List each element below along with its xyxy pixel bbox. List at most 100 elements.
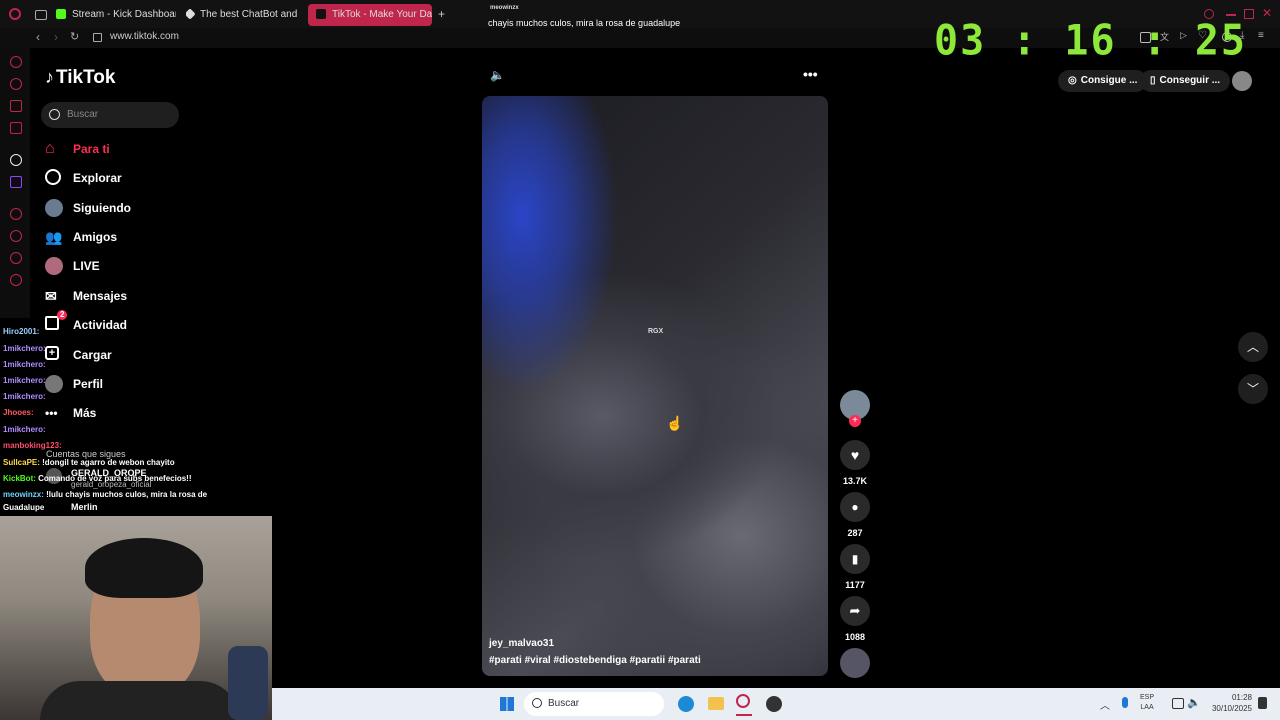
network-icon[interactable]	[1172, 698, 1184, 709]
chat-line: SullcaPE: !dongil te agarro de webon cha…	[3, 458, 175, 467]
clock-icon[interactable]	[10, 230, 22, 242]
video-player[interactable]	[482, 96, 828, 676]
tray-chevron-icon[interactable]: ︿	[1100, 697, 1110, 712]
chat-line: Guadalupe	[3, 503, 45, 512]
previous-video-button[interactable]: ︿	[1238, 332, 1268, 362]
menu-icon[interactable]: ≡	[1258, 30, 1264, 41]
new-tab-button[interactable]: +	[438, 7, 445, 21]
profile-avatar-icon	[45, 375, 63, 393]
extensions-icon[interactable]	[10, 78, 22, 90]
upload-icon: +	[45, 346, 59, 360]
notification-icon[interactable]	[1258, 697, 1267, 709]
file-explorer-icon[interactable]	[708, 697, 724, 710]
clock[interactable]: 01:28 30/10/2025	[1202, 692, 1252, 714]
lock-icon	[93, 33, 102, 42]
player-icon[interactable]	[10, 208, 22, 220]
webcam-hair	[85, 538, 203, 598]
like-button[interactable]: ♥	[840, 440, 870, 470]
chat-line: Hiro2001:	[3, 327, 40, 336]
profile-avatar[interactable]	[1232, 71, 1252, 91]
webcam-microphone	[228, 646, 268, 720]
sound-disc[interactable]	[840, 648, 870, 678]
back-icon[interactable]: ‹	[36, 30, 40, 44]
next-video-button[interactable]: ﹀	[1238, 374, 1268, 404]
compass-icon	[45, 169, 61, 185]
url-field[interactable]: www.tiktok.com	[110, 31, 179, 42]
chat-line: Jhooes:	[3, 408, 34, 417]
messages-icon: ✉	[45, 288, 57, 304]
overlay-chat-user: meowinzx	[490, 5, 519, 11]
reload-icon[interactable]: ↻	[70, 30, 79, 43]
phone-icon: ▯	[1150, 75, 1156, 86]
tab-switcher-icon[interactable]	[35, 10, 47, 20]
cursor-icon: ☝	[666, 415, 684, 431]
chat-line: 1mikchero:	[3, 344, 46, 353]
share-button[interactable]: ➦	[840, 596, 870, 626]
following-avatar-icon	[45, 199, 63, 217]
tiktok-logo[interactable]: ♪ TikTok	[45, 67, 115, 89]
overlay-chat-message: chayis muchos culos, mira la rosa de gua…	[488, 18, 681, 28]
tab-kick-dashboard[interactable]: Stream - Kick Dashboard	[56, 4, 176, 26]
speaker-icon[interactable]: 🔈	[1187, 696, 1201, 709]
like-count: 13.7K	[842, 476, 868, 486]
comment-button[interactable]: ●	[840, 492, 870, 522]
messenger-icon[interactable]	[10, 100, 22, 112]
activity-icon	[45, 316, 59, 330]
kick-sidebar-icon[interactable]	[10, 154, 22, 166]
activity-badge: 2	[57, 310, 68, 320]
opera-taskbar-icon[interactable]	[736, 694, 752, 716]
comment-count: 287	[847, 528, 863, 538]
save-count: 1177	[845, 580, 865, 590]
opera-sidebar	[0, 48, 30, 318]
chat-line: 1mikchero:	[3, 360, 46, 369]
bookmark-icon: ▮	[851, 552, 859, 566]
video-more-icon[interactable]: •••	[803, 66, 818, 82]
lang-indicator[interactable]: ESP LAA	[1140, 693, 1154, 713]
windows-start-icon[interactable]	[500, 697, 514, 711]
video-author[interactable]: jey_malvao31	[489, 638, 554, 649]
tab-chatbot[interactable]: The best ChatBot and W	[186, 4, 298, 26]
search-placeholder: Buscar	[67, 109, 99, 120]
get-app-button[interactable]: ▯ Conseguir ...	[1140, 70, 1231, 92]
webcam-feed	[0, 516, 272, 720]
get-coins-button[interactable]: ◎ Consigue ...	[1058, 70, 1148, 92]
close-icon[interactable]: ✕	[1262, 6, 1272, 20]
history-icon[interactable]	[10, 56, 22, 68]
kick-icon	[56, 9, 66, 20]
comment-icon: ●	[851, 500, 859, 514]
friends-icon: 👥	[45, 229, 63, 245]
minimize-icon[interactable]	[1226, 14, 1236, 16]
botrix-icon	[186, 8, 196, 21]
taskbar-search[interactable]: Buscar	[524, 692, 664, 716]
search-icon	[49, 109, 60, 120]
twitch-icon[interactable]	[10, 176, 22, 188]
settings-icon[interactable]	[10, 274, 22, 286]
following-account-merlin[interactable]: Merlin	[71, 502, 98, 512]
chat-icon[interactable]	[10, 122, 22, 134]
chat-line: KickBot: Comando de voz para subs benefe…	[3, 474, 192, 483]
opera-logo-icon[interactable]	[9, 8, 21, 20]
chat-line: meowinzx: !lulu chayis muchos culos, mir…	[3, 490, 208, 499]
save-button[interactable]: ▮	[840, 544, 870, 574]
chat-line: 1mikchero:	[3, 425, 46, 434]
heart-icon: ♥	[850, 447, 860, 463]
video-hashtags[interactable]: #parati #viral #diostebendiga #paratii #…	[489, 655, 701, 666]
tiktok-note-icon: ♪	[45, 67, 54, 87]
windows-taskbar: Buscar ︿ ESP LAA 🔈 01:28 30/10/2025	[272, 688, 1280, 720]
volume-icon[interactable]: 🔈	[490, 68, 505, 82]
coin-icon: ◎	[1068, 75, 1077, 86]
stream-timer: 03 : 16 : 25	[934, 16, 1247, 66]
follow-plus-icon[interactable]: +	[849, 415, 861, 427]
tab-tiktok[interactable]: TikTok - Make Your Day	[308, 4, 432, 26]
live-avatar-icon	[45, 257, 63, 275]
pin-icon[interactable]	[10, 252, 22, 264]
obs-icon[interactable]	[766, 696, 782, 712]
chat-line: 1mikchero:	[3, 392, 46, 401]
taskbar-search-icon	[532, 698, 542, 708]
forward-icon[interactable]: ›	[54, 30, 58, 44]
microphone-tray-icon[interactable]	[1122, 697, 1128, 708]
chevron-up-icon: ︿	[1246, 340, 1259, 354]
share-count: 1088	[844, 632, 866, 642]
search-input[interactable]: Buscar	[41, 102, 179, 128]
edge-icon[interactable]	[678, 696, 694, 712]
